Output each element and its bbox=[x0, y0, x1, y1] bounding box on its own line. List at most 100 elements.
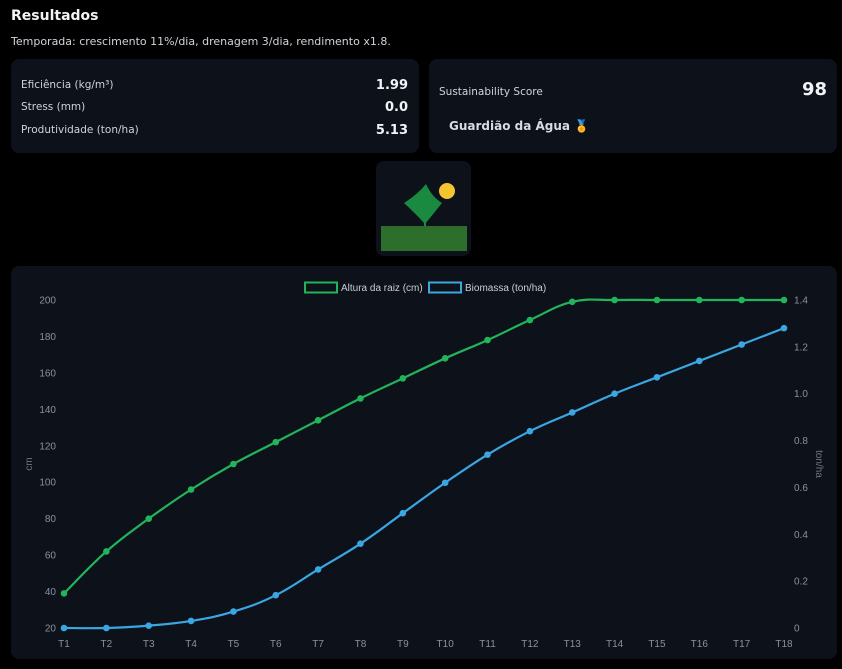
score-value: 98 bbox=[801, 79, 827, 100]
biomass-point bbox=[526, 427, 534, 435]
page-title: Resultados bbox=[11, 8, 99, 24]
root-height-point bbox=[738, 296, 745, 304]
metric-stress: Stress (mm) 0.0 bbox=[21, 97, 408, 117]
root-height-point bbox=[230, 460, 237, 468]
y2-tick-label: 0.4 bbox=[794, 530, 808, 541]
biomass-point bbox=[441, 479, 449, 487]
root-height-point bbox=[484, 336, 491, 344]
biomass-point bbox=[780, 324, 788, 332]
y2-tick-label: 0.6 bbox=[794, 483, 808, 494]
root-height-point bbox=[145, 515, 153, 522]
x-tick-label: T9 bbox=[397, 639, 409, 650]
x-tick-label: T8 bbox=[355, 639, 367, 650]
legend-label-biomass: Biomassa (ton/ha) bbox=[465, 283, 546, 294]
season-summary: Temporada: crescimento 11%/dia, drenagem… bbox=[11, 35, 391, 48]
y-tick-label: 160 bbox=[39, 368, 56, 379]
x-tick-label: T11 bbox=[479, 639, 496, 650]
y2-tick-label: 0.2 bbox=[794, 577, 808, 588]
y-tick-label: 140 bbox=[39, 405, 56, 416]
x-tick-label: T1 bbox=[58, 639, 70, 650]
metric-value: 1.99 bbox=[375, 77, 408, 93]
soil-block bbox=[381, 226, 467, 251]
y2-tick-label: 0.8 bbox=[794, 436, 808, 447]
legend-swatch-biomass bbox=[428, 281, 462, 294]
biomass-line bbox=[63, 327, 785, 630]
biomass-point bbox=[145, 622, 153, 629]
y-tick-label: 40 bbox=[45, 587, 57, 598]
x-tick-label: T13 bbox=[564, 639, 582, 650]
growth-chart-svg: Altura da raiz (cm) Biomassa (ton/ha) cm… bbox=[24, 281, 824, 650]
root-height-point bbox=[272, 438, 280, 446]
biomass-point bbox=[399, 509, 407, 517]
metric-label: Stress (mm) bbox=[21, 101, 86, 113]
x-tick-label: T5 bbox=[228, 639, 240, 650]
sun-icon bbox=[439, 183, 455, 199]
root-height-point bbox=[695, 296, 703, 304]
y-axis-title: cm bbox=[24, 457, 35, 470]
x-tick-label: T14 bbox=[606, 639, 624, 650]
legend-label-root: Altura da raiz (cm) bbox=[341, 283, 423, 294]
root-height-line bbox=[63, 298, 784, 595]
x-tick-label: T6 bbox=[270, 639, 282, 650]
y2-tick-label: 1.2 bbox=[794, 342, 808, 353]
root-height-point bbox=[103, 548, 110, 555]
root-height-point bbox=[653, 296, 661, 304]
biomass-point bbox=[187, 617, 195, 625]
x-tick-label: T15 bbox=[648, 639, 666, 650]
x-tick-label: T10 bbox=[437, 639, 455, 650]
root-height-point bbox=[441, 355, 449, 362]
root-height-point bbox=[780, 296, 788, 304]
y-tick-label: 200 bbox=[39, 296, 56, 307]
leaf-icon bbox=[404, 184, 442, 224]
x-tick-label: T16 bbox=[691, 639, 709, 650]
plant-illustration bbox=[376, 161, 471, 256]
y2-axis-title: ton/ha bbox=[813, 450, 824, 478]
metric-value: 0.0 bbox=[384, 99, 408, 115]
achievement-badge: Guardião da Água 🏅 bbox=[449, 119, 590, 133]
biomass-point bbox=[611, 390, 618, 398]
x-tick-label: T3 bbox=[143, 639, 155, 650]
growth-chart: Altura da raiz (cm) Biomassa (ton/ha) cm… bbox=[11, 266, 837, 659]
biomass-point bbox=[272, 591, 280, 599]
y-tick-label: 100 bbox=[39, 478, 56, 489]
legend-swatch-root bbox=[304, 281, 338, 294]
root-height-point bbox=[399, 375, 407, 382]
root-height-point bbox=[314, 416, 322, 424]
metric-label: Eficiência (kg/m³) bbox=[21, 79, 114, 91]
y-tick-label: 60 bbox=[45, 551, 57, 562]
biomass-point bbox=[103, 624, 110, 632]
metric-efficiency: Eficiência (kg/m³) 1.99 bbox=[21, 75, 408, 95]
x-tick-label: T4 bbox=[185, 639, 197, 650]
biomass-point bbox=[568, 409, 576, 416]
metric-value: 5.13 bbox=[375, 122, 408, 138]
y2-tick-label: 1.0 bbox=[794, 389, 808, 400]
biomass-point bbox=[695, 357, 703, 365]
root-height-point bbox=[526, 316, 534, 324]
biomass-point bbox=[653, 374, 661, 381]
root-height-point bbox=[60, 590, 68, 597]
metrics-card: Eficiência (kg/m³) 1.99 Stress (mm) 0.0 … bbox=[11, 59, 419, 153]
y-tick-label: 180 bbox=[39, 332, 56, 343]
root-height-point bbox=[187, 486, 195, 493]
root-height-point bbox=[611, 296, 618, 304]
metric-productivity: Produtividade (ton/ha) 5.13 bbox=[21, 120, 408, 140]
x-tick-label: T17 bbox=[733, 639, 751, 650]
y2-tick-label: 1.4 bbox=[794, 296, 808, 307]
biomass-point bbox=[484, 451, 491, 458]
y-tick-label: 80 bbox=[45, 514, 57, 525]
x-tick-label: T18 bbox=[775, 639, 793, 650]
biomass-point bbox=[230, 608, 237, 615]
x-tick-label: T2 bbox=[101, 639, 113, 650]
biomass-point bbox=[314, 566, 322, 573]
metric-label: Produtividade (ton/ha) bbox=[21, 124, 139, 136]
x-tick-label: T7 bbox=[312, 639, 324, 650]
plant-icon bbox=[381, 183, 467, 251]
sustainability-card: Sustainability Score 98 Guardião da Água… bbox=[429, 59, 837, 153]
biomass-point bbox=[60, 624, 68, 632]
biomass-point bbox=[357, 540, 364, 547]
y-tick-label: 20 bbox=[45, 624, 57, 635]
x-tick-label: T12 bbox=[521, 639, 539, 650]
y2-tick-label: 0 bbox=[794, 624, 800, 635]
root-height-point bbox=[568, 298, 576, 306]
biomass-point bbox=[738, 341, 745, 348]
